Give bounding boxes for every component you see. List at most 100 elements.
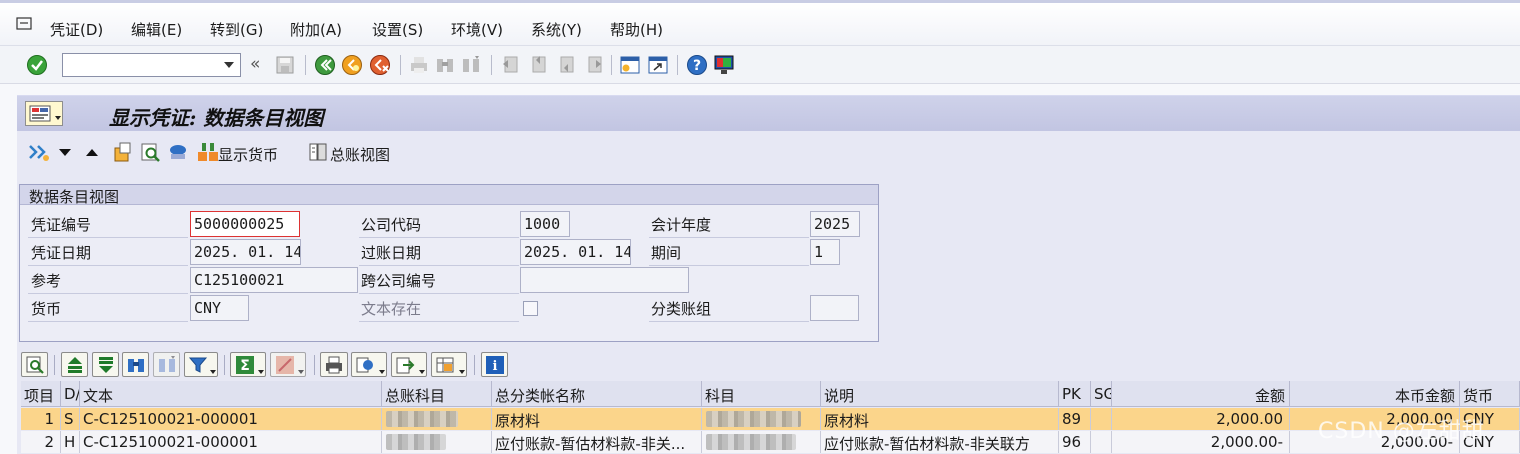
column-header[interactable]: 说明	[821, 381, 1059, 407]
save-icon[interactable]	[274, 54, 296, 76]
gl-view-icon[interactable]	[307, 141, 329, 163]
cross-company-field[interactable]	[520, 267, 689, 293]
help-icon[interactable]: ?	[686, 54, 708, 76]
exit-icon[interactable]	[341, 54, 363, 76]
ledger-group-field[interactable]	[810, 295, 859, 321]
taxes-icon[interactable]	[167, 141, 189, 163]
currency-label: 货币	[31, 300, 62, 318]
grid-details-button[interactable]	[21, 352, 48, 377]
collapse-icon[interactable]: «	[250, 54, 260, 74]
find-next-button[interactable]	[153, 352, 180, 377]
find-next-icon[interactable]	[460, 54, 482, 76]
display-change-icon[interactable]	[27, 141, 51, 163]
info-icon: i	[486, 356, 504, 374]
cell-account	[702, 408, 821, 430]
label-underline	[28, 237, 188, 238]
text-exists-checkbox[interactable]	[523, 301, 538, 316]
table-row[interactable]: 2 H C-C125100021-000001 应付账款-暂估材料款-非关...…	[21, 431, 1520, 453]
first-page-icon[interactable]	[499, 54, 521, 76]
views-button[interactable]	[351, 352, 387, 377]
subtotal-button[interactable]	[270, 352, 306, 377]
display-currency-icon[interactable]	[196, 141, 220, 163]
export-button[interactable]	[391, 352, 427, 377]
toolbar-separator	[491, 55, 492, 75]
chevron-down-icon	[298, 370, 304, 374]
layout-button[interactable]	[431, 352, 467, 377]
table-header: 项目 D/ 文本 总账科目 总分类帐名称 科目 说明 PK SG 金额 本币金额…	[21, 381, 1520, 407]
print-preview-button[interactable]	[320, 352, 348, 377]
last-page-icon[interactable]	[583, 54, 605, 76]
sort-ascending-button[interactable]	[61, 352, 88, 377]
generate-shortcut-icon[interactable]	[647, 54, 669, 76]
table-row[interactable]: 1 S C-C125100021-000001 原材料 原材料 89 2,000…	[21, 408, 1520, 430]
column-header[interactable]: 总分类帐名称	[492, 381, 702, 407]
cell-account	[702, 431, 821, 453]
column-header[interactable]: 科目	[702, 381, 821, 407]
toolbar-separator	[400, 55, 401, 75]
menu-system[interactable]: 系统(Y)	[531, 19, 582, 40]
filter-button[interactable]	[184, 352, 218, 377]
cell-posting-key: 89	[1059, 408, 1091, 430]
previous-item-icon[interactable]	[84, 141, 100, 163]
reference-label: 参考	[31, 272, 62, 290]
period-field[interactable]: 1	[810, 239, 840, 265]
svg-text:?: ?	[693, 58, 701, 74]
cell-text: C-C125100021-000001	[80, 431, 382, 453]
menu-settings[interactable]: 设置(S)	[372, 19, 423, 40]
print-icon[interactable]	[408, 54, 430, 76]
previous-page-icon[interactable]	[527, 54, 549, 76]
label-underline	[359, 237, 519, 238]
reference-field[interactable]: C125100021	[190, 267, 358, 293]
back-icon[interactable]	[314, 54, 336, 76]
create-session-icon[interactable]	[619, 54, 641, 76]
information-button[interactable]: i	[481, 352, 508, 377]
doc-number-field[interactable]: 5000000025	[190, 211, 300, 237]
menu-help[interactable]: 帮助(H)	[610, 19, 663, 40]
details-icon[interactable]	[139, 141, 161, 163]
find-icon[interactable]	[434, 54, 456, 76]
print-icon	[326, 356, 342, 374]
cell-amount: 2,000.00	[1112, 408, 1290, 430]
column-header[interactable]: PK	[1059, 381, 1091, 407]
menu-environment[interactable]: 环境(V)	[451, 19, 503, 40]
select-document-icon[interactable]	[111, 141, 133, 163]
cell-gl-name: 原材料	[492, 408, 702, 430]
currency-field[interactable]: CNY	[190, 295, 249, 321]
column-header[interactable]: 总账科目	[382, 381, 492, 407]
posting-date-field[interactable]: 2025. 01. 14	[520, 239, 631, 265]
column-header[interactable]: 金额	[1112, 381, 1290, 407]
chevron-down-icon	[379, 370, 385, 374]
company-code-field[interactable]: 1000	[520, 211, 570, 237]
column-header[interactable]: D/	[61, 381, 80, 407]
menu-edit[interactable]: 编辑(E)	[131, 19, 182, 40]
cancel-icon[interactable]	[369, 54, 391, 76]
doc-date-field[interactable]: 2025. 01. 14	[190, 239, 301, 265]
toolbar-separator	[224, 355, 225, 375]
sort-descending-button[interactable]	[92, 352, 119, 377]
cell-debit-credit: S	[61, 408, 80, 430]
column-header[interactable]: 货币	[1460, 381, 1520, 407]
customize-layout-icon[interactable]	[713, 54, 735, 76]
document-menu-button[interactable]	[25, 101, 63, 126]
column-header[interactable]: 本币金额	[1290, 381, 1460, 407]
system-menu-icon[interactable]	[16, 17, 32, 31]
doc-number-label: 凭证编号	[31, 216, 92, 234]
menu-extras[interactable]: 附加(A)	[290, 19, 342, 40]
menu-goto[interactable]: 转到(G)	[210, 19, 263, 40]
gl-view-button[interactable]: 总账视图	[330, 144, 390, 165]
command-field[interactable]	[62, 53, 241, 77]
toolbar-separator	[611, 55, 612, 75]
menu-document[interactable]: 凭证(D)	[50, 19, 103, 40]
enter-check-icon[interactable]	[26, 54, 48, 76]
chevron-down-icon[interactable]	[224, 62, 234, 68]
fiscal-year-field[interactable]: 2025	[810, 211, 860, 237]
column-header[interactable]: SG	[1091, 381, 1112, 407]
display-currency-button[interactable]: 显示货币	[218, 144, 278, 165]
find-button[interactable]	[122, 352, 149, 377]
column-header[interactable]: 文本	[80, 381, 382, 407]
label-underline	[649, 237, 809, 238]
column-header[interactable]: 项目	[21, 381, 61, 407]
next-item-icon[interactable]	[57, 141, 73, 163]
next-page-icon[interactable]	[555, 54, 577, 76]
total-button[interactable]: Σ	[230, 352, 266, 377]
